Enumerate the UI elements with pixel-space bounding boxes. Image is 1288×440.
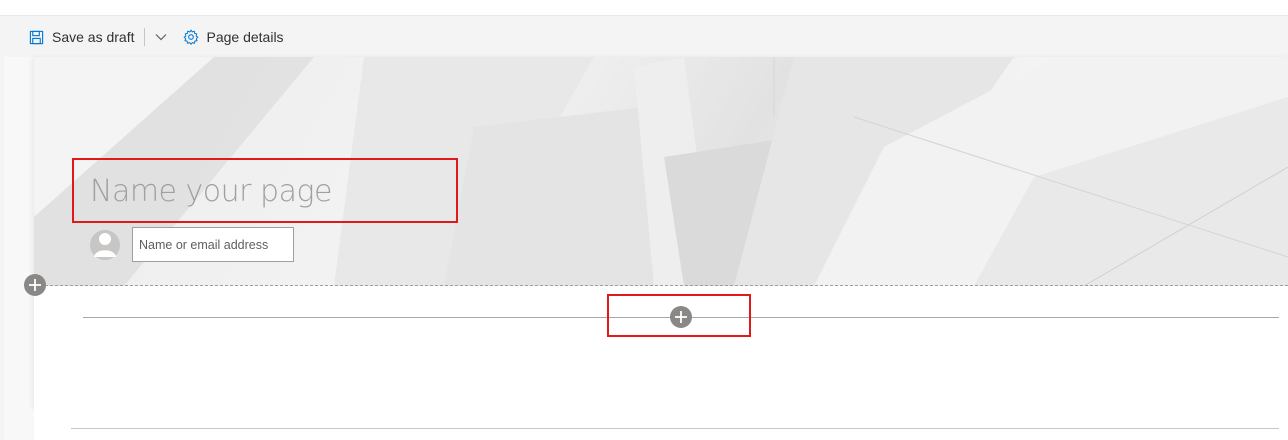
chevron-down-icon[interactable]	[153, 29, 169, 45]
section-boundary-line	[45, 285, 1288, 286]
author-name-input[interactable]: Name or email address	[132, 227, 294, 262]
page-details-label: Page details	[206, 29, 284, 45]
top-strip	[0, 0, 1288, 16]
author-byline: Name or email address	[90, 227, 294, 262]
save-as-draft-button[interactable]: Save as draft	[28, 23, 135, 51]
add-circle-icon	[670, 306, 692, 328]
save-as-draft-label: Save as draft	[52, 29, 135, 45]
add-webpart-button[interactable]	[669, 305, 693, 329]
page-title-input[interactable]: Name your page	[90, 174, 332, 209]
next-section-divider	[71, 428, 1279, 429]
title-area-background: Name your page Name or email address	[34, 57, 1288, 286]
next-section	[34, 409, 1288, 440]
page-title-field-highlight: Name your page	[72, 158, 458, 223]
page-canvas: Name your page Name or email address	[34, 57, 1288, 409]
add-section-button[interactable]	[23, 273, 47, 297]
gear-icon	[182, 29, 199, 45]
save-icon	[28, 29, 44, 45]
add-circle-icon	[24, 274, 46, 296]
person-icon	[90, 229, 120, 260]
command-bar: Save as draft Page details	[0, 17, 1288, 57]
page-details-button[interactable]: Page details	[182, 23, 284, 51]
toolbar-divider	[143, 28, 145, 46]
